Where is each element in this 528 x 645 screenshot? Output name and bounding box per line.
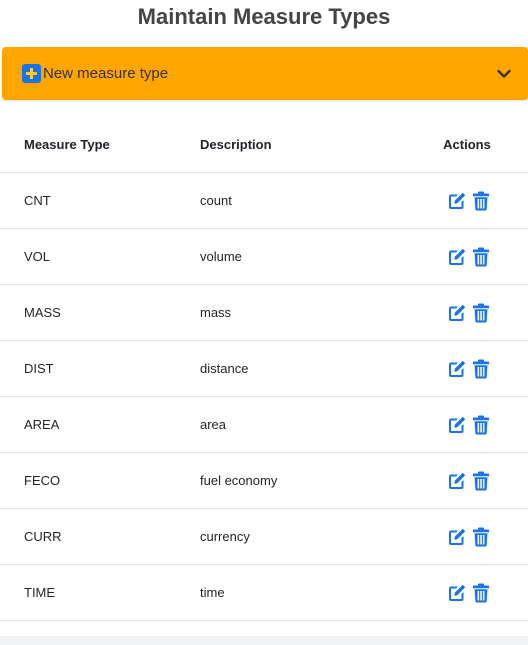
trash-icon[interactable] <box>471 303 491 323</box>
page-title: Maintain Measure Types <box>137 4 391 29</box>
trash-icon[interactable] <box>471 191 491 211</box>
actions-cell <box>398 303 528 323</box>
page: Maintain Measure Types New measure type … <box>0 0 528 645</box>
trash-icon[interactable] <box>471 583 491 603</box>
actions-cell <box>398 247 528 267</box>
actions-cell <box>398 191 528 211</box>
table-row: DIST distance <box>0 341 528 397</box>
measure-type-cell: TIME <box>24 585 56 600</box>
trash-icon[interactable] <box>471 527 491 547</box>
plus-square-icon <box>22 64 41 83</box>
trash-icon[interactable] <box>471 471 491 491</box>
table-row: TIME time <box>0 565 528 621</box>
description-cell: currency <box>200 529 250 544</box>
edit-icon[interactable] <box>447 191 467 211</box>
table-row: AREA area <box>0 397 528 453</box>
table-row: VOL volume <box>0 229 528 285</box>
measure-type-cell: DIST <box>24 361 54 376</box>
edit-icon[interactable] <box>447 471 467 491</box>
table-body: CNT count VOL volume MASS mass DIST dist… <box>0 173 528 621</box>
measure-type-cell: CURR <box>24 529 62 544</box>
table-row: FECO fuel economy <box>0 453 528 509</box>
edit-icon[interactable] <box>447 247 467 267</box>
edit-icon[interactable] <box>447 303 467 323</box>
measure-type-cell: AREA <box>24 417 60 432</box>
header-measure-type: Measure Type <box>24 136 110 152</box>
measure-type-cell: VOL <box>24 249 51 264</box>
header-actions: Actions <box>443 136 491 152</box>
actions-cell <box>398 415 528 435</box>
measure-types-table: Measure Type Description Actions CNT cou… <box>0 116 528 621</box>
header-description: Description <box>200 136 272 152</box>
description-cell: area <box>200 417 227 432</box>
new-measure-type-accordion[interactable]: New measure type <box>2 47 528 100</box>
table-header: Measure Type Description Actions <box>0 116 528 173</box>
actions-cell <box>398 359 528 379</box>
edit-icon[interactable] <box>447 527 467 547</box>
table-row: MASS mass <box>0 285 528 341</box>
description-cell: count <box>200 193 232 208</box>
new-measure-type-label: New measure type <box>43 65 169 82</box>
footer-bar <box>0 636 528 645</box>
actions-cell <box>398 527 528 547</box>
trash-icon[interactable] <box>471 415 491 435</box>
measure-type-cell: CNT <box>24 193 51 208</box>
table-row: CNT count <box>0 173 528 229</box>
measure-type-cell: MASS <box>24 305 61 320</box>
chevron-down-icon[interactable] <box>496 66 512 82</box>
trash-icon[interactable] <box>471 359 491 379</box>
description-cell: time <box>200 585 225 600</box>
measure-type-cell: FECO <box>24 473 61 488</box>
description-cell: fuel economy <box>200 473 278 488</box>
actions-cell <box>398 583 528 603</box>
description-cell: distance <box>200 361 249 376</box>
description-cell: volume <box>200 249 242 264</box>
trash-icon[interactable] <box>471 247 491 267</box>
description-cell: mass <box>200 305 232 320</box>
edit-icon[interactable] <box>447 415 467 435</box>
edit-icon[interactable] <box>447 359 467 379</box>
table-row: CURR currency <box>0 509 528 565</box>
edit-icon[interactable] <box>447 583 467 603</box>
actions-cell <box>398 471 528 491</box>
